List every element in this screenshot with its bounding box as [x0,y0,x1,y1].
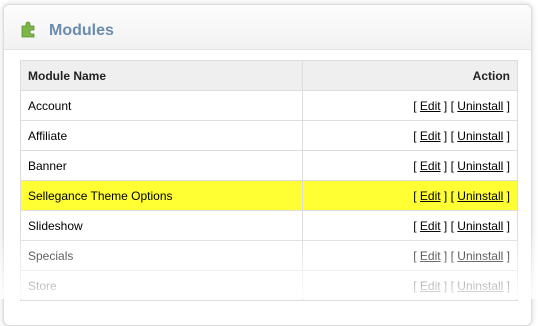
edit-link[interactable]: Edit [420,99,441,113]
uninstall-link[interactable]: Uninstall [457,129,503,143]
edit-link[interactable]: Edit [420,189,441,203]
uninstall-link[interactable]: Uninstall [457,249,503,263]
column-header-action: Action [302,60,518,91]
table-row: Specials[ Edit ] [ Uninstall ] [20,240,518,271]
module-action-cell: [ Edit ] [ Uninstall ] [302,180,518,211]
module-action-cell: [ Edit ] [ Uninstall ] [302,210,518,241]
action-bracket-open: [ [413,188,417,203]
panel-header: Modules [4,5,531,50]
action-bracket-open: [ [413,248,417,263]
modules-panel: Modules Module Name Action Account[ Edit… [3,4,532,326]
action-separator: ] [ [443,98,454,113]
action-bracket-close: ] [506,98,510,113]
edit-link[interactable]: Edit [420,219,441,233]
action-bracket-close: ] [506,248,510,263]
table-row: Sellegance Theme Options[ Edit ] [ Unins… [20,180,518,211]
column-header-module-name[interactable]: Module Name [20,60,303,91]
action-bracket-open: [ [413,218,417,233]
module-action-cell: [ Edit ] [ Uninstall ] [302,270,518,301]
module-action-cell: [ Edit ] [ Uninstall ] [302,90,518,121]
modules-table: Module Name Action Account[ Edit ] [ Uni… [20,60,518,301]
action-bracket-open: [ [413,128,417,143]
uninstall-link[interactable]: Uninstall [457,219,503,233]
table-row: Store[ Edit ] [ Uninstall ] [20,270,518,301]
edit-link[interactable]: Edit [420,249,441,263]
table-row: Banner[ Edit ] [ Uninstall ] [20,150,518,181]
module-name-cell: Account [20,90,303,121]
module-name-cell: Store [20,270,303,301]
action-bracket-close: ] [506,218,510,233]
uninstall-link[interactable]: Uninstall [457,279,503,293]
module-name-cell: Specials [20,240,303,271]
action-separator: ] [ [443,188,454,203]
action-bracket-open: [ [413,158,417,173]
action-bracket-open: [ [413,278,417,293]
module-name-cell: Affiliate [20,120,303,151]
module-name-cell: Banner [20,150,303,181]
uninstall-link[interactable]: Uninstall [457,99,503,113]
table-header-row: Module Name Action [20,60,518,91]
module-action-cell: [ Edit ] [ Uninstall ] [302,120,518,151]
module-name-cell: Slideshow [20,210,303,241]
action-bracket-close: ] [506,128,510,143]
action-separator: ] [ [443,278,454,293]
puzzle-piece-icon [19,20,37,38]
uninstall-link[interactable]: Uninstall [457,159,503,173]
module-name-cell: Sellegance Theme Options [20,180,303,211]
module-action-cell: [ Edit ] [ Uninstall ] [302,150,518,181]
table-row: Affiliate[ Edit ] [ Uninstall ] [20,120,518,151]
page-title: Modules [49,22,114,39]
action-bracket-close: ] [506,188,510,203]
table-row: Slideshow[ Edit ] [ Uninstall ] [20,210,518,241]
module-action-cell: [ Edit ] [ Uninstall ] [302,240,518,271]
edit-link[interactable]: Edit [420,129,441,143]
action-separator: ] [ [443,248,454,263]
table-row: Account[ Edit ] [ Uninstall ] [20,90,518,121]
modules-table-body: Account[ Edit ] [ Uninstall ] Affiliate[ … [20,90,518,301]
edit-link[interactable]: Edit [420,159,441,173]
action-separator: ] [ [443,128,454,143]
action-bracket-close: ] [506,158,510,173]
action-separator: ] [ [443,158,454,173]
action-separator: ] [ [443,218,454,233]
action-bracket-close: ] [506,278,510,293]
action-bracket-open: [ [413,98,417,113]
edit-link[interactable]: Edit [420,279,441,293]
uninstall-link[interactable]: Uninstall [457,189,503,203]
